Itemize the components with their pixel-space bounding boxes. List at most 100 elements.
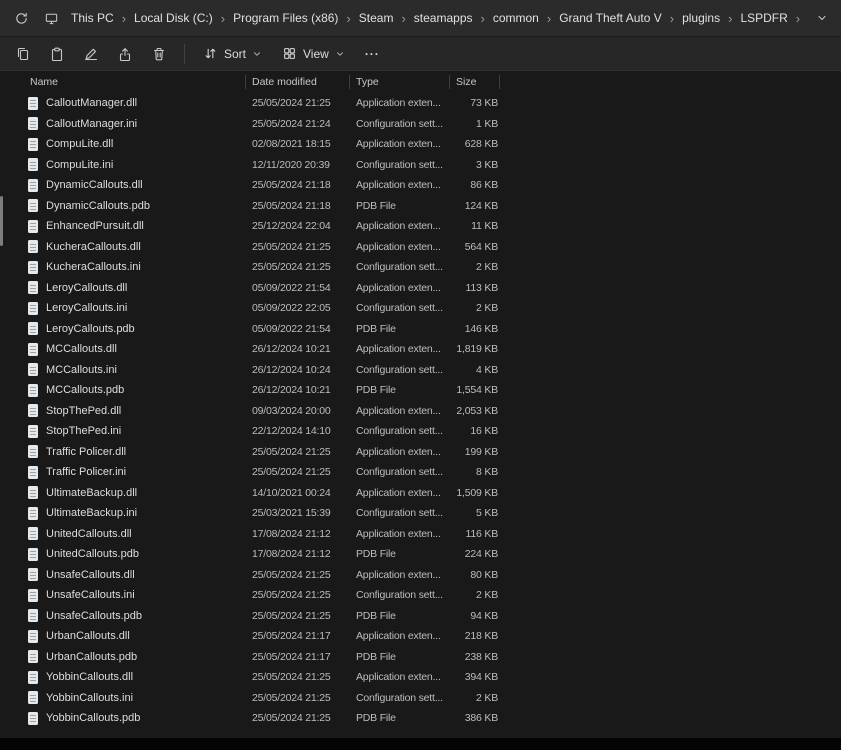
file-date-modified: 02/08/2021 18:15	[246, 138, 350, 150]
column-header-name[interactable]: Name	[0, 75, 246, 89]
file-name-label: CompuLite.ini	[46, 159, 113, 171]
file-date-modified: 25/05/2024 21:17	[246, 630, 350, 642]
file-icon	[28, 589, 38, 602]
file-date-modified: 26/12/2024 10:24	[246, 364, 350, 376]
table-row[interactable]: KucheraCallouts.ini25/05/2024 21:25Confi…	[0, 257, 841, 278]
file-name: UltimateBackup.dll	[0, 486, 246, 499]
breadcrumb-item[interactable]: LSPDFR	[734, 7, 793, 29]
table-row[interactable]: UnsafeCallouts.pdb25/05/2024 21:25PDB Fi…	[0, 606, 841, 627]
more-options-button[interactable]: ···	[355, 40, 390, 68]
file-name-label: MCCallouts.ini	[46, 364, 117, 376]
table-row[interactable]: YobbinCallouts.pdb25/05/2024 21:25PDB Fi…	[0, 708, 841, 729]
table-row[interactable]: YobbinCallouts.dll25/05/2024 21:25Applic…	[0, 667, 841, 688]
breadcrumb-item[interactable]: common	[487, 7, 545, 29]
refresh-button[interactable]	[6, 4, 36, 32]
copy-button[interactable]	[6, 40, 40, 68]
file-size: 1,554 KB	[450, 384, 500, 396]
table-row[interactable]: MCCallouts.pdb26/12/2024 10:21PDB File1,…	[0, 380, 841, 401]
table-row[interactable]: UrbanCallouts.pdb25/05/2024 21:17PDB Fil…	[0, 647, 841, 668]
file-name: CompuLite.ini	[0, 158, 246, 171]
breadcrumb-item[interactable]: Program Files (x86)	[227, 7, 344, 29]
table-row[interactable]: DynamicCallouts.dll25/05/2024 21:18Appli…	[0, 175, 841, 196]
file-size: 124 KB	[450, 200, 500, 212]
file-date-modified: 25/05/2024 21:25	[246, 241, 350, 253]
file-name: LeroyCallouts.dll	[0, 281, 246, 294]
file-name-label: UnsafeCallouts.ini	[46, 589, 135, 601]
table-row[interactable]: CalloutManager.dll25/05/2024 21:25Applic…	[0, 93, 841, 114]
table-row[interactable]: UnsafeCallouts.dll25/05/2024 21:25Applic…	[0, 565, 841, 586]
file-size: 218 KB	[450, 630, 500, 642]
table-row[interactable]: UnitedCallouts.dll17/08/2024 21:12Applic…	[0, 524, 841, 545]
table-row[interactable]: UrbanCallouts.dll25/05/2024 21:17Applica…	[0, 626, 841, 647]
chevron-right-icon: ›	[344, 11, 352, 26]
file-size: 80 KB	[450, 569, 500, 581]
table-row[interactable]: YobbinCallouts.ini25/05/2024 21:25Config…	[0, 688, 841, 709]
file-name-label: MCCallouts.pdb	[46, 384, 124, 396]
file-date-modified: 22/12/2024 14:10	[246, 425, 350, 437]
table-row[interactable]: CompuLite.ini12/11/2020 20:39Configurati…	[0, 155, 841, 176]
table-row[interactable]: UltimateBackup.ini25/03/2021 15:39Config…	[0, 503, 841, 524]
column-header-date-modified[interactable]: Date modified	[246, 75, 350, 89]
file-icon	[28, 527, 38, 540]
table-row[interactable]: MCCallouts.dll26/12/2024 10:21Applicatio…	[0, 339, 841, 360]
table-row[interactable]: StopThePed.ini22/12/2024 14:10Configurat…	[0, 421, 841, 442]
table-row[interactable]: CalloutManager.ini25/05/2024 21:24Config…	[0, 114, 841, 135]
breadcrumb-item[interactable]: steamapps	[408, 7, 479, 29]
table-row[interactable]: Traffic Policer.ini25/05/2024 21:25Confi…	[0, 462, 841, 483]
chevron-right-icon: ›	[120, 11, 128, 26]
table-row[interactable]: LeroyCallouts.pdb05/09/2022 21:54PDB Fil…	[0, 319, 841, 340]
address-dropdown-button[interactable]	[807, 4, 837, 32]
table-row[interactable]: MCCallouts.ini26/12/2024 10:24Configurat…	[0, 360, 841, 381]
table-row[interactable]: CompuLite.dll02/08/2021 18:15Application…	[0, 134, 841, 155]
chevron-right-icon: ›	[726, 11, 734, 26]
file-date-modified: 25/05/2024 21:25	[246, 671, 350, 683]
breadcrumb-item[interactable]: Grand Theft Auto V	[553, 7, 668, 29]
view-button[interactable]: View	[272, 40, 355, 68]
file-size: 1,819 KB	[450, 343, 500, 355]
file-type: Configuration sett...	[350, 425, 450, 437]
breadcrumb-item[interactable]: Local Disk (C:)	[128, 7, 219, 29]
table-row[interactable]: EnhancedPursuit.dll25/12/2024 22:04Appli…	[0, 216, 841, 237]
file-name-label: YobbinCallouts.dll	[46, 671, 133, 683]
file-icon	[28, 97, 38, 110]
rename-button[interactable]	[74, 40, 108, 68]
breadcrumb-item[interactable]: Steam	[353, 7, 400, 29]
file-icon	[28, 445, 38, 458]
column-header-type[interactable]: Type	[350, 75, 450, 89]
file-name: CalloutManager.dll	[0, 97, 246, 110]
table-row[interactable]: UltimateBackup.dll14/10/2021 00:24Applic…	[0, 483, 841, 504]
sort-button[interactable]: Sort	[193, 40, 272, 68]
breadcrumb-item[interactable]: This PC	[65, 7, 120, 29]
file-name: UltimateBackup.ini	[0, 507, 246, 520]
paste-button[interactable]	[40, 40, 74, 68]
table-row[interactable]: DynamicCallouts.pdb25/05/2024 21:18PDB F…	[0, 196, 841, 217]
trash-icon	[151, 46, 167, 62]
file-icon	[28, 712, 38, 725]
table-row[interactable]: LeroyCallouts.dll05/09/2022 21:54Applica…	[0, 278, 841, 299]
table-row[interactable]: UnitedCallouts.pdb17/08/2024 21:12PDB Fi…	[0, 544, 841, 565]
file-type: Application exten...	[350, 179, 450, 191]
file-icon	[28, 220, 38, 233]
chevron-right-icon: ›	[479, 11, 487, 26]
table-row[interactable]: Traffic Policer.dll25/05/2024 21:25Appli…	[0, 442, 841, 463]
table-row[interactable]: UnsafeCallouts.ini25/05/2024 21:25Config…	[0, 585, 841, 606]
table-row[interactable]: KucheraCallouts.dll25/05/2024 21:25Appli…	[0, 237, 841, 258]
file-size: 2 KB	[450, 261, 500, 273]
table-row[interactable]: LeroyCallouts.ini05/09/2022 22:05Configu…	[0, 298, 841, 319]
sort-icon	[203, 46, 218, 61]
column-header-size[interactable]: Size	[450, 75, 500, 89]
file-date-modified: 25/05/2024 21:25	[246, 712, 350, 724]
file-type: Configuration sett...	[350, 261, 450, 273]
breadcrumb-item[interactable]: plugins	[676, 7, 726, 29]
file-size: 86 KB	[450, 179, 500, 191]
file-name-label: LeroyCallouts.dll	[46, 282, 127, 294]
delete-button[interactable]	[142, 40, 176, 68]
scrollbar-thumb[interactable]	[0, 196, 3, 246]
table-row[interactable]: StopThePed.dll09/03/2024 20:00Applicatio…	[0, 401, 841, 422]
share-button[interactable]	[108, 40, 142, 68]
file-date-modified: 25/12/2024 22:04	[246, 220, 350, 232]
file-date-modified: 25/03/2021 15:39	[246, 507, 350, 519]
file-date-modified: 26/12/2024 10:21	[246, 384, 350, 396]
file-name-label: UltimateBackup.dll	[46, 487, 137, 499]
file-size: 4 KB	[450, 364, 500, 376]
